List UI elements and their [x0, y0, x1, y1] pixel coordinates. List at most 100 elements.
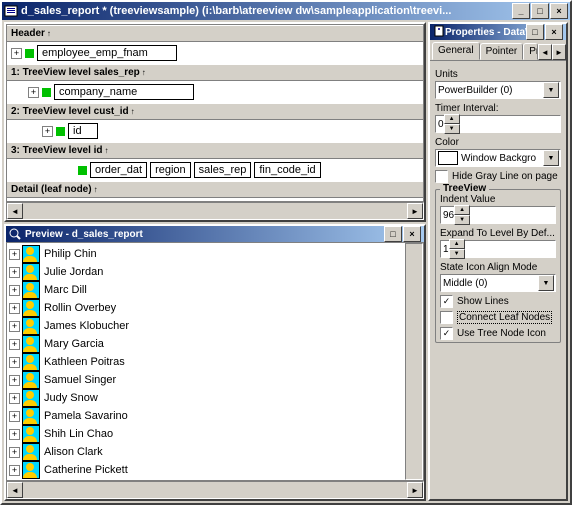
tab-nav-left[interactable]: ◄: [538, 44, 552, 60]
level2-field[interactable]: id: [68, 123, 98, 139]
tab-general[interactable]: General: [432, 42, 480, 60]
expand-box[interactable]: +: [9, 357, 20, 368]
expand-box[interactable]: +: [42, 126, 53, 137]
indent-spinner[interactable]: 96▲▼: [440, 206, 556, 224]
avatar-icon: [22, 461, 40, 479]
design-pane: Header↑ + employee_emp_fnam 1: TreeView …: [4, 22, 426, 222]
color-dropdown[interactable]: Window Backgro▼: [435, 149, 561, 167]
show-lines-checkbox[interactable]: ✓Show Lines: [440, 295, 556, 308]
use-tree-icon-checkbox[interactable]: ✓Use Tree Node Icon: [440, 327, 556, 340]
list-item[interactable]: +Pamela Savarino: [9, 407, 403, 425]
preview-close-button[interactable]: ×: [403, 226, 421, 242]
app-icon: [4, 4, 18, 18]
properties-maximize-button[interactable]: □: [526, 24, 544, 40]
expand-label: Expand To Level By Def...: [440, 228, 556, 239]
state-dropdown[interactable]: Middle (0)▼: [440, 274, 556, 292]
properties-titlebar: Properties - DataW □ ×: [430, 24, 566, 40]
scroll-left-button[interactable]: ◄: [7, 482, 23, 498]
spin-down-icon[interactable]: ▼: [454, 215, 470, 225]
properties-close-button[interactable]: ×: [545, 24, 563, 40]
units-dropdown[interactable]: PowerBuilder (0)▼: [435, 81, 561, 99]
spin-up-icon[interactable]: ▲: [454, 205, 470, 215]
level3-field-1[interactable]: region: [150, 162, 191, 178]
field-marker-icon: [25, 49, 34, 58]
expand-box[interactable]: +: [9, 447, 20, 458]
band-level3[interactable]: 3: TreeView level id↑: [7, 142, 423, 159]
band-header[interactable]: Header↑: [7, 25, 423, 42]
band-arrow-icon: ↑: [142, 68, 146, 77]
expand-box[interactable]: +: [11, 48, 22, 59]
list-item[interactable]: +Catherine Pickett: [9, 461, 403, 479]
preview-scrollbar-v[interactable]: [405, 243, 423, 480]
expand-box[interactable]: +: [9, 285, 20, 296]
list-item[interactable]: +Julie Jordan: [9, 263, 403, 281]
scroll-left-button[interactable]: ◄: [7, 203, 23, 219]
band-level1[interactable]: 1: TreeView level sales_rep↑: [7, 64, 423, 81]
tab-pointer[interactable]: Pointer: [480, 43, 524, 60]
scroll-right-button[interactable]: ►: [407, 482, 423, 498]
expand-box[interactable]: +: [28, 87, 39, 98]
expand-box[interactable]: +: [9, 339, 20, 350]
right-column: Properties - DataW □ × General Pointer P…: [428, 22, 568, 501]
avatar-icon: [22, 317, 40, 335]
preview-maximize-button[interactable]: □: [384, 226, 402, 242]
person-name: Marc Dill: [42, 284, 87, 296]
header-field[interactable]: employee_emp_fnam: [37, 45, 177, 61]
expand-box[interactable]: +: [9, 375, 20, 386]
level1-field[interactable]: company_name: [54, 84, 194, 100]
expand-box[interactable]: +: [9, 393, 20, 404]
list-item[interactable]: +Mary Garcia: [9, 335, 403, 353]
band-arrow-icon: ↑: [94, 185, 98, 194]
list-item[interactable]: + Marc Dill: [9, 281, 403, 299]
units-value: PowerBuilder (0): [438, 85, 543, 96]
checkbox-icon: [440, 311, 453, 324]
person-name: Rollin Overbey: [42, 302, 116, 314]
expand-box[interactable]: +: [9, 411, 20, 422]
design-scrollbar-h[interactable]: ◄ ►: [6, 202, 424, 220]
timer-spinner[interactable]: 0▲▼: [435, 115, 561, 133]
list-item[interactable]: +Alison Clark: [9, 443, 403, 461]
list-item[interactable]: +James Klobucher: [9, 317, 403, 335]
connect-leaf-checkbox[interactable]: Connect Leaf Nodes: [440, 311, 556, 324]
list-item[interactable]: +Kathleen Poitras: [9, 353, 403, 371]
band-detail[interactable]: Detail (leaf node)↑: [7, 181, 423, 198]
expand-box[interactable]: +: [9, 249, 20, 260]
tab-print[interactable]: Pri: [523, 43, 538, 60]
spin-down-icon[interactable]: ▼: [444, 124, 460, 134]
properties-icon: [433, 25, 445, 40]
scroll-right-button[interactable]: ►: [407, 203, 423, 219]
hide-gray-checkbox[interactable]: Hide Gray Line on page: [435, 170, 561, 183]
timer-label: Timer Interval:: [435, 103, 561, 114]
close-button[interactable]: ×: [550, 3, 568, 19]
expand-box[interactable]: +: [9, 321, 20, 332]
use-tree-icon-label: Use Tree Node Icon: [457, 328, 546, 339]
list-item[interactable]: + Rollin Overbey: [9, 299, 403, 317]
expand-spinner[interactable]: 1▲▼: [440, 240, 556, 258]
window-title: d_sales_report * (treeviewsample) (i:\ba…: [21, 5, 512, 17]
list-item[interactable]: +Samuel Singer: [9, 371, 403, 389]
preview-scrollbar-h[interactable]: ◄ ►: [6, 481, 424, 499]
expand-box[interactable]: +: [9, 429, 20, 440]
avatar-icon: [22, 281, 40, 299]
spin-up-icon[interactable]: ▲: [449, 239, 465, 249]
left-column: Header↑ + employee_emp_fnam 1: TreeView …: [4, 22, 426, 501]
list-item[interactable]: +Philip Chin: [9, 245, 403, 263]
list-item[interactable]: +Judy Snow: [9, 389, 403, 407]
level3-field-0[interactable]: order_dat: [90, 162, 147, 178]
expand-box[interactable]: +: [9, 303, 20, 314]
minimize-button[interactable]: _: [512, 3, 530, 19]
maximize-button[interactable]: □: [531, 3, 549, 19]
level2-field-row: + id: [7, 120, 423, 142]
band-detail-label: Detail (leaf node): [11, 184, 92, 195]
band-level2[interactable]: 2: TreeView level cust_id↑: [7, 103, 423, 120]
avatar-icon: [22, 443, 40, 461]
color-label: Color: [435, 137, 561, 148]
level3-field-2[interactable]: sales_rep: [194, 162, 252, 178]
level3-field-3[interactable]: fin_code_id: [254, 162, 320, 178]
expand-box[interactable]: +: [9, 267, 20, 278]
list-item[interactable]: +Shih Lin Chao: [9, 425, 403, 443]
spin-down-icon[interactable]: ▼: [449, 249, 465, 259]
spin-up-icon[interactable]: ▲: [444, 114, 460, 124]
expand-box[interactable]: +: [9, 465, 20, 476]
tab-nav-right[interactable]: ►: [552, 44, 566, 60]
